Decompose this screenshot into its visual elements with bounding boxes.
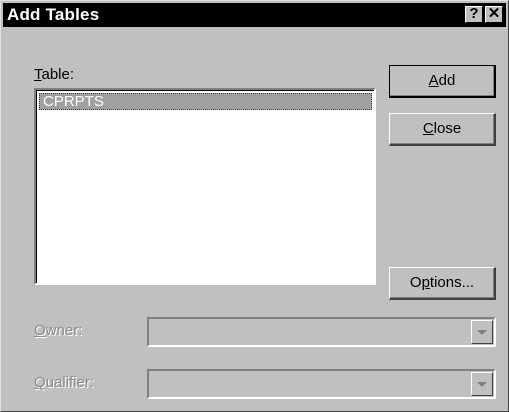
owner-combobox[interactable] (147, 317, 496, 347)
add-label: dd (438, 72, 456, 89)
list-item-cprpts[interactable]: CPRPTS (39, 93, 372, 110)
qualifier-label-text: ualifier: (45, 374, 95, 391)
close-icon: ✕ (487, 5, 501, 22)
close-mnemonic: C (422, 120, 434, 137)
owner-dropdown-button[interactable] (471, 320, 493, 344)
add-button[interactable]: Add (389, 65, 496, 98)
owner-label-mnemonic: O (34, 322, 46, 339)
table-label-mnemonic: T (34, 66, 42, 83)
options-mnemonic: p (421, 274, 430, 291)
qualifier-dropdown-button[interactable] (471, 372, 493, 396)
window-title: Add Tables (7, 5, 100, 24)
table-listbox[interactable]: CPRPTS (34, 88, 376, 285)
add-tables-dialog: Add Tables ? ✕ Table: CPRPTS Add Close O… (0, 0, 509, 412)
options-label-start: O (409, 274, 422, 291)
owner-label-text: wner: (45, 322, 83, 339)
qualifier-label-mnemonic: Q (34, 374, 46, 391)
chevron-down-icon (477, 330, 487, 335)
close-label: lose (433, 120, 462, 137)
title-bar[interactable]: Add Tables ? ✕ (3, 3, 506, 27)
owner-label: Owner: (34, 322, 82, 340)
options-label-end: tions... (429, 274, 475, 291)
close-window-button[interactable]: ✕ (485, 6, 503, 23)
help-button[interactable]: ? (465, 6, 483, 23)
add-mnemonic: A (428, 72, 439, 89)
chevron-down-icon (477, 382, 487, 387)
help-icon: ? (469, 5, 479, 22)
close-button[interactable]: Close (389, 113, 496, 146)
options-button[interactable]: Options... (389, 267, 496, 300)
table-label-text: able: (41, 66, 75, 83)
qualifier-combobox[interactable] (147, 369, 496, 399)
qualifier-label: Qualifier: (34, 374, 94, 392)
table-label: Table: (34, 66, 74, 84)
